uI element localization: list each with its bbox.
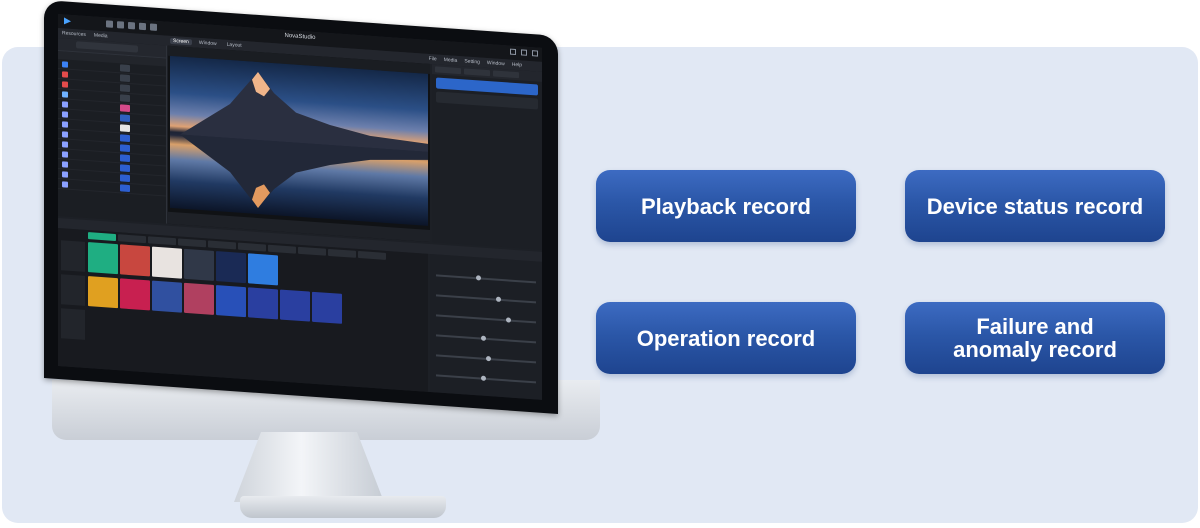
save-icon[interactable] (128, 21, 135, 30)
minimize-icon[interactable] (510, 48, 516, 56)
preview-panel (168, 45, 430, 243)
timeline-clip[interactable] (248, 287, 278, 320)
app-screen: NovaStudio Resources Media Screen Window… (58, 14, 542, 400)
timeline-clip[interactable] (216, 251, 246, 284)
menu-setting[interactable]: Setting (464, 58, 480, 65)
window-title: NovaStudio (284, 32, 316, 42)
failure-anomaly-record-button[interactable]: Failure and anomaly record (905, 302, 1165, 374)
tab-scene[interactable] (118, 234, 146, 244)
tab-scene[interactable] (268, 244, 296, 254)
timeline-clip[interactable] (152, 280, 182, 313)
undo-icon[interactable] (139, 22, 146, 31)
menu-help[interactable]: Help (512, 62, 522, 69)
timeline-clip[interactable] (120, 278, 150, 311)
gamma-slider[interactable] (436, 354, 536, 364)
menu-window[interactable]: Window (487, 60, 505, 67)
menu-file[interactable]: File (429, 56, 437, 63)
monitor-stand-base (240, 496, 446, 518)
device-status-record-button[interactable]: Device status record (905, 170, 1165, 242)
app-logo (64, 17, 71, 25)
opacity-slider[interactable] (436, 374, 536, 384)
resource-search-input[interactable] (76, 41, 138, 53)
redo-icon[interactable] (150, 23, 157, 31)
hue-slider[interactable] (436, 334, 536, 344)
timeline-clip[interactable] (184, 282, 214, 315)
tab-screen[interactable]: Screen (170, 37, 192, 46)
layers-panel (432, 64, 542, 250)
close-icon[interactable] (532, 50, 538, 57)
tab-scene[interactable] (358, 250, 386, 260)
maximize-icon[interactable] (521, 49, 527, 56)
playback-record-label: Playback record (641, 193, 811, 219)
saturation-slider[interactable] (436, 314, 536, 324)
device-status-record-label: Device status record (926, 193, 1144, 219)
tab-scene[interactable] (88, 232, 116, 242)
timeline-clip[interactable] (280, 289, 310, 322)
music-clip[interactable] (88, 242, 118, 275)
tab-media[interactable]: Media (94, 33, 108, 40)
timeline-panel (58, 228, 428, 392)
track-label (61, 240, 85, 272)
monitor-illustration: NovaStudio Resources Media Screen Window… (44, 0, 600, 518)
timeline-clip[interactable] (184, 248, 214, 281)
timeline-clip[interactable] (88, 276, 118, 309)
timeline-clip[interactable] (120, 244, 150, 277)
tab-resources[interactable]: Resources (62, 30, 86, 38)
operation-record-label: Operation record (636, 325, 816, 351)
operation-record-button[interactable]: Operation record (596, 302, 856, 374)
failure-record-label-line1: Failure and (976, 314, 1094, 339)
tab-scene[interactable] (208, 240, 236, 250)
track-label (61, 308, 85, 340)
failure-record-label-line2: anomaly record (953, 337, 1117, 362)
brightness-slider[interactable] (436, 274, 536, 284)
window-controls (510, 48, 538, 57)
timeline-clip[interactable] (312, 291, 342, 324)
tab-scene[interactable] (148, 236, 176, 246)
tab-scene[interactable] (298, 246, 326, 256)
resource-panel (58, 38, 167, 224)
timeline-clip[interactable] (216, 285, 246, 318)
tab-scene[interactable] (238, 242, 266, 252)
new-file-icon[interactable] (106, 20, 113, 28)
timeline-track (88, 276, 342, 324)
track-label (61, 274, 85, 306)
contrast-slider[interactable] (436, 294, 536, 304)
properties-panel (430, 254, 542, 400)
timeline-clip[interactable] (248, 253, 278, 286)
tab-window[interactable]: Window (196, 40, 220, 48)
tab-layout[interactable]: Layout (224, 42, 245, 49)
timeline-clip[interactable] (152, 246, 182, 279)
open-folder-icon[interactable] (117, 21, 124, 29)
quick-toolbar (106, 20, 157, 31)
preview-image (170, 55, 428, 226)
playback-record-button[interactable]: Playback record (596, 170, 856, 242)
menu-media[interactable]: Media (444, 57, 458, 64)
tab-scene[interactable] (178, 238, 206, 248)
tab-scene[interactable] (328, 248, 356, 258)
